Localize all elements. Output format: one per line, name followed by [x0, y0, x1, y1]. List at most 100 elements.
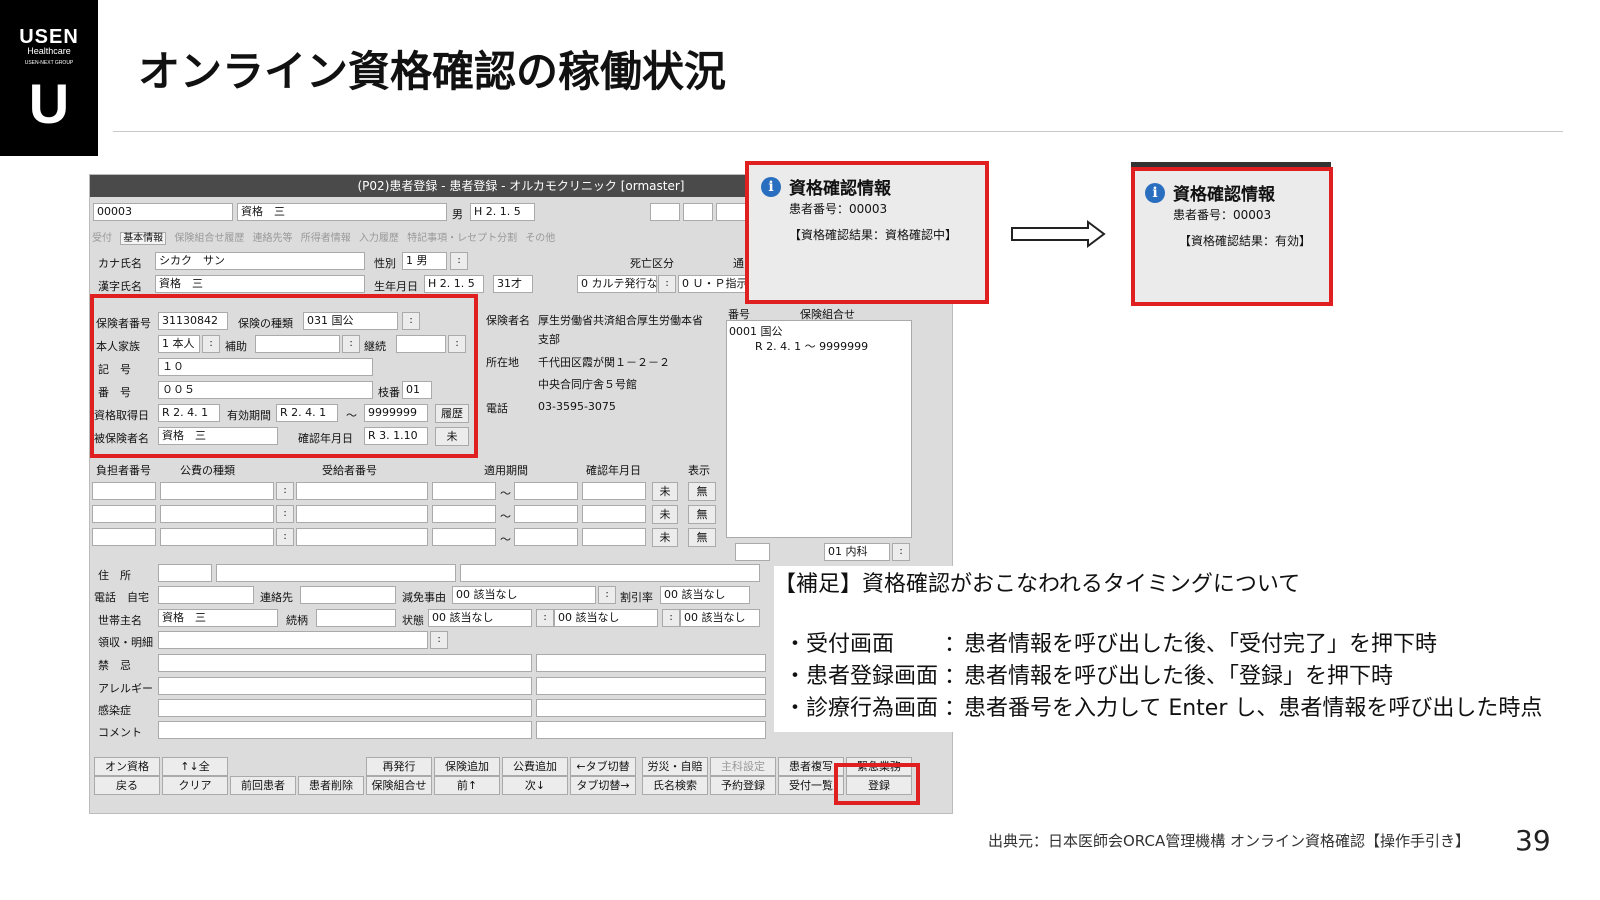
kohi-row2-kakunin[interactable]	[582, 505, 646, 523]
sex-select[interactable]: :	[450, 252, 468, 270]
btn-prev-patient[interactable]: 前回患者	[230, 776, 296, 795]
comment-field[interactable]	[158, 721, 532, 739]
kohi-row2-mu[interactable]: 無	[688, 505, 716, 524]
kanji-field[interactable]: 資格 三	[155, 275, 365, 293]
kohi-row2-jukyu[interactable]	[296, 505, 428, 523]
btn-clear[interactable]: クリア	[162, 776, 228, 795]
up-field[interactable]: 0 Ｕ・Ｐ指示	[678, 275, 748, 293]
combo-list[interactable]: 0001 国公 R 2. 4. 1 ～ 9999999	[726, 320, 912, 538]
kohi-row3-mu[interactable]: 無	[688, 528, 716, 547]
btn-delete-patient[interactable]: 患者削除	[298, 776, 364, 795]
tab-sonota[interactable]: その他	[525, 233, 555, 244]
kohi-row3-to[interactable]	[514, 528, 578, 546]
tab-kihon[interactable]: 基本情報	[120, 232, 167, 245]
comment-field-2[interactable]	[536, 721, 766, 739]
ryoshu-select[interactable]: :	[430, 631, 448, 649]
patient-name-field[interactable]: 資格 三	[237, 203, 447, 221]
source-citation: 出典元：日本医師会ORCA管理機構 オンライン資格確認【操作手引き】	[988, 832, 1470, 850]
kohi-row2-tilde: ～	[500, 510, 511, 523]
genmen-select[interactable]: :	[598, 586, 616, 604]
btn-shuka[interactable]: 主科設定	[710, 757, 776, 776]
tab-hoken-rireki[interactable]: 保険組合せ履歴	[174, 233, 244, 244]
karte-select[interactable]: :	[658, 275, 676, 293]
jotai-select-2[interactable]: :	[662, 609, 680, 627]
allergy-field-2[interactable]	[536, 677, 766, 695]
btn-rousai[interactable]: 労災・自賠	[642, 757, 708, 776]
kinki-field-2[interactable]	[536, 654, 766, 672]
kohi-row2-to[interactable]	[514, 505, 578, 523]
kohi-row3-kakunin[interactable]	[582, 528, 646, 546]
tel-home-field[interactable]	[158, 586, 254, 604]
jotai-select-1[interactable]: :	[536, 609, 554, 627]
kohi-row1-select[interactable]: :	[276, 482, 294, 500]
kohi-row3-select[interactable]: :	[276, 528, 294, 546]
kohi-row1-type[interactable]	[160, 482, 274, 500]
btn-yoyaku[interactable]: 予約登録	[710, 776, 776, 795]
btn-kohi-add[interactable]: 公費追加	[502, 757, 568, 776]
kohi-row2-mi[interactable]: 未	[652, 505, 678, 524]
kohi-row1-from[interactable]	[432, 482, 496, 500]
kohi-row3-jukyu[interactable]	[296, 528, 428, 546]
tab-renraku[interactable]: 連絡先等	[253, 233, 293, 244]
dept-blank[interactable]	[735, 543, 770, 561]
kansen-field-2[interactable]	[536, 699, 766, 717]
kohi-row3-futan[interactable]	[92, 528, 156, 546]
patient-id-field[interactable]: 00003	[93, 203, 233, 221]
allergy-field[interactable]	[158, 677, 532, 695]
tab-uketsuke[interactable]: 受付	[92, 233, 112, 244]
kinki-field[interactable]	[158, 654, 532, 672]
dept-select[interactable]: :	[892, 543, 910, 561]
genmen-field[interactable]: 00 該当なし	[452, 586, 596, 604]
ryoshu-field[interactable]	[158, 631, 428, 649]
jotai-field-1[interactable]: 00 該当なし	[428, 609, 532, 627]
kansen-field[interactable]	[158, 699, 532, 717]
sex-field[interactable]: 1 男	[402, 252, 447, 270]
address-field-2[interactable]	[460, 564, 760, 582]
btn-next[interactable]: 次↓	[502, 776, 568, 795]
btn-hoken-add[interactable]: 保険追加	[434, 757, 500, 776]
blank-field-3[interactable]	[716, 203, 746, 221]
jotai-field-3[interactable]: 00 該当なし	[680, 609, 760, 627]
kana-field[interactable]: シカク サン	[155, 252, 365, 270]
kohi-row2-from[interactable]	[432, 505, 496, 523]
kohi-row3-mi[interactable]: 未	[652, 528, 678, 547]
kohi-row2-futan[interactable]	[92, 505, 156, 523]
renraku-field[interactable]	[300, 586, 396, 604]
tab-shotoku[interactable]: 所得者情報	[301, 233, 351, 244]
kohi-row1-mu[interactable]: 無	[688, 482, 716, 501]
blank-field-2[interactable]	[683, 203, 713, 221]
btn-prev[interactable]: 前↑	[434, 776, 500, 795]
dob-field[interactable]: H 2. 1. 5	[424, 275, 484, 293]
kohi-row1-kakunin[interactable]	[582, 482, 646, 500]
btn-back[interactable]: 戻る	[94, 776, 160, 795]
patient-dob-field[interactable]: H 2. 1. 5	[470, 203, 535, 221]
setai-field[interactable]: 資格 三	[158, 609, 278, 627]
zokugara-field[interactable]	[316, 609, 396, 627]
btn-tab-right[interactable]: タブ切替→	[570, 776, 636, 795]
tab-tokki[interactable]: 特記事項・レセプト分割	[407, 233, 517, 244]
kohi-row1-jukyu[interactable]	[296, 482, 428, 500]
btn-updown-all[interactable]: ↑↓全	[162, 757, 228, 776]
kohi-row2-type[interactable]	[160, 505, 274, 523]
karte-field[interactable]: 0 カルテ発行なし	[577, 275, 657, 293]
jotai-field-2[interactable]: 00 該当なし	[554, 609, 658, 627]
kohi-row1-to[interactable]	[514, 482, 578, 500]
btn-tab-left[interactable]: ←タブ切替	[570, 757, 636, 776]
btn-hoken-kumiawase[interactable]: 保険組合せ	[366, 776, 432, 795]
kohi-row3-type[interactable]	[160, 528, 274, 546]
combo-row1[interactable]: 0001 国公	[729, 323, 783, 339]
dept-field[interactable]: 01 内科	[824, 543, 890, 561]
blank-field-1[interactable]	[650, 203, 680, 221]
kohi-row1-mi[interactable]: 未	[652, 482, 678, 501]
waribiki-field[interactable]: 00 該当なし	[660, 586, 750, 604]
kohi-row2-select[interactable]: :	[276, 505, 294, 523]
btn-on-shikaku[interactable]: オン資格	[94, 757, 160, 776]
btn-name-search[interactable]: 氏名検索	[642, 776, 708, 795]
zip-field[interactable]	[158, 564, 212, 582]
kohi-row1-futan[interactable]	[92, 482, 156, 500]
btn-saihakko[interactable]: 再発行	[366, 757, 432, 776]
address-field[interactable]	[216, 564, 456, 582]
tab-nyuryoku[interactable]: 入力履歴	[359, 233, 399, 244]
kohi-row3-from[interactable]	[432, 528, 496, 546]
addr2: 中央合同庁舎５号館	[538, 378, 637, 391]
